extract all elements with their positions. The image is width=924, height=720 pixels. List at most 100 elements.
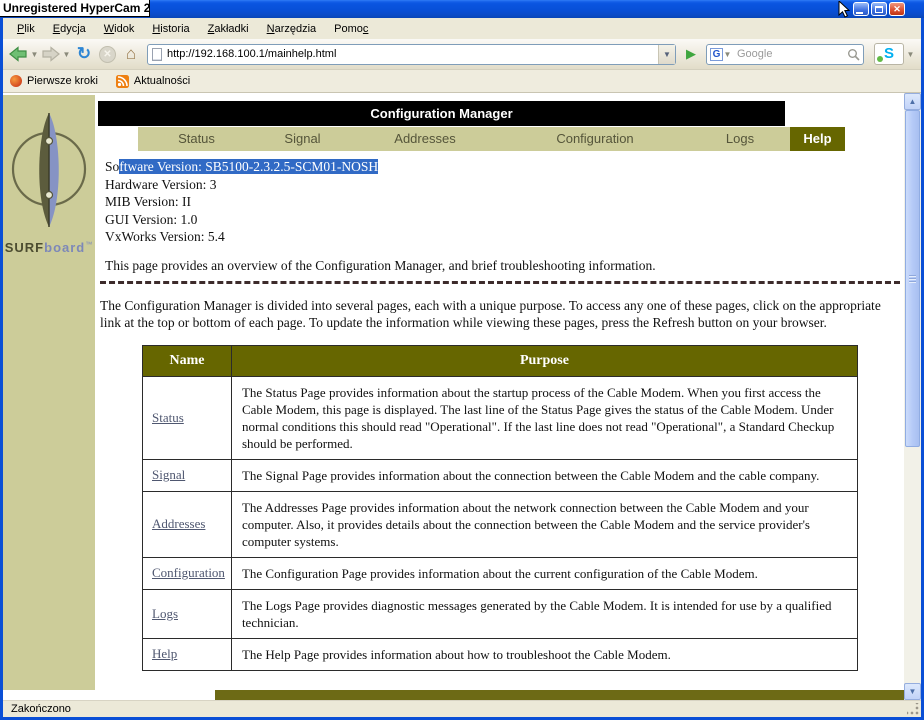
title-bar[interactable]: Unregistered HyperCam 2 ✕ bbox=[0, 0, 924, 18]
link-logs[interactable]: Logs bbox=[152, 606, 178, 621]
tab-status[interactable]: Status bbox=[138, 127, 255, 151]
application-window: Unregistered HyperCam 2 ✕ Plik Edycja Wido… bbox=[0, 0, 924, 720]
version-info: Software Version: SB5100-2.3.2.5-SCM01-N… bbox=[105, 158, 904, 246]
back-arrow-icon bbox=[9, 46, 27, 62]
link-status[interactable]: Status bbox=[152, 410, 184, 425]
menu-historia[interactable]: Historia bbox=[143, 20, 198, 38]
bookmark-pierwsze-kroki[interactable]: Pierwsze kroki bbox=[10, 75, 98, 87]
tab-logs[interactable]: Logs bbox=[690, 127, 790, 151]
close-button[interactable]: ✕ bbox=[889, 2, 905, 16]
dashed-divider bbox=[100, 280, 900, 284]
firefox-start-icon bbox=[10, 75, 22, 87]
forward-dropdown[interactable]: ▼ bbox=[62, 50, 71, 59]
tab-addresses[interactable]: Addresses bbox=[350, 127, 500, 151]
bookmarks-bar: Pierwsze kroki Aktualności bbox=[3, 70, 921, 93]
scroll-down-button[interactable]: ▼ bbox=[904, 683, 921, 700]
menu-pomoc[interactable]: Pomoc bbox=[325, 20, 377, 38]
bookmark-label: Aktualności bbox=[133, 75, 191, 87]
search-engine-dropdown[interactable]: ▼ bbox=[723, 50, 732, 59]
tab-configuration[interactable]: Configuration bbox=[500, 127, 690, 151]
page-favicon-icon bbox=[152, 47, 162, 61]
url-history-dropdown[interactable]: ▼ bbox=[658, 44, 675, 64]
skype-extension-button[interactable]: S bbox=[874, 43, 904, 65]
purpose-text: The Configuration Page provides informat… bbox=[230, 556, 859, 590]
menu-zakladki[interactable]: Zakładki bbox=[199, 20, 258, 38]
surfboard-logo bbox=[11, 113, 87, 227]
google-engine-icon: G bbox=[710, 47, 723, 61]
version-lines: Hardware Version: 3 MIB Version: II GUI Ve… bbox=[105, 176, 904, 246]
status-bar: Zakończono bbox=[3, 700, 921, 717]
link-help[interactable]: Help bbox=[152, 646, 177, 661]
tab-signal[interactable]: Signal bbox=[255, 127, 350, 151]
page-content: Configuration Manager Status Signal Addres… bbox=[95, 93, 904, 700]
scroll-up-button[interactable]: ▲ bbox=[904, 93, 921, 110]
purpose-text: The Help Page provides information about… bbox=[230, 637, 859, 671]
skype-icon: S bbox=[883, 45, 894, 62]
menu-widok[interactable]: Widok bbox=[95, 20, 144, 38]
maximize-button[interactable] bbox=[871, 2, 887, 16]
version-line: MIB Version: II bbox=[105, 194, 191, 209]
forward-button[interactable] bbox=[41, 42, 60, 66]
name-cell: Configuration bbox=[142, 556, 232, 590]
version-line: GUI Version: 1.0 bbox=[105, 211, 198, 227]
skype-dropdown[interactable]: ▼ bbox=[906, 50, 915, 59]
link-configuration[interactable]: Configuration bbox=[152, 565, 225, 580]
forward-arrow-icon bbox=[42, 46, 60, 62]
window-title: Unregistered HyperCam 2 bbox=[0, 0, 150, 17]
table-row: Addresses The Addresses Page provides inf… bbox=[142, 490, 859, 558]
table-row: Logs The Logs Page provides diagnostic me… bbox=[142, 588, 859, 639]
purpose-text: The Logs Page provides diagnostic messag… bbox=[230, 588, 859, 639]
scrollbar-thumb[interactable] bbox=[905, 110, 920, 447]
name-cell: Status bbox=[142, 375, 232, 460]
tab-help[interactable]: Help bbox=[790, 127, 845, 151]
brand-trademark: ™ bbox=[85, 241, 94, 249]
stop-button[interactable]: ✕ bbox=[99, 45, 116, 63]
status-text: Zakończono bbox=[11, 703, 71, 715]
minimize-icon bbox=[856, 12, 863, 14]
menu-plik[interactable]: Plik bbox=[8, 20, 44, 38]
back-dropdown[interactable]: ▼ bbox=[30, 50, 39, 59]
menu-edycja[interactable]: Edycja bbox=[44, 20, 95, 38]
menu-narzedzia[interactable]: Narzędzia bbox=[258, 20, 326, 38]
name-cell: Signal bbox=[142, 458, 232, 492]
table-row: Status The Status Page provides informati… bbox=[142, 375, 859, 460]
column-header-purpose: Purpose bbox=[230, 344, 859, 377]
reload-button[interactable]: ↻ bbox=[73, 43, 95, 65]
url-bar[interactable]: http://192.168.100.1/mainhelp.html ▼ bbox=[147, 43, 676, 65]
search-placeholder[interactable]: Google bbox=[732, 48, 847, 60]
back-button[interactable] bbox=[9, 42, 28, 66]
purpose-text: The Signal Page provides information abo… bbox=[230, 458, 859, 492]
minimize-button[interactable] bbox=[853, 2, 869, 16]
description-text: The Configuration Manager is divided int… bbox=[100, 297, 881, 330]
resize-grip[interactable] bbox=[907, 703, 920, 716]
bookmark-label: Pierwsze kroki bbox=[27, 75, 98, 87]
name-cell: Addresses bbox=[142, 490, 232, 558]
column-header-name: Name bbox=[142, 344, 232, 377]
page-tabs: Status Signal Addresses Configuration Logs He… bbox=[138, 127, 845, 151]
search-bar[interactable]: G ▼ Google bbox=[706, 43, 864, 65]
link-addresses[interactable]: Addresses bbox=[152, 516, 205, 531]
software-version-prefix: So bbox=[105, 159, 120, 174]
software-version-selected-text: ftware Version: SB5100-2.3.2.5-SCM01-NOS… bbox=[119, 159, 379, 174]
browser-viewport: SURFboard™ Configuration Manager Status S… bbox=[3, 93, 904, 700]
vertical-scrollbar[interactable]: ▲ ▼ bbox=[904, 93, 921, 700]
scrollbar-grip bbox=[909, 274, 916, 283]
home-button[interactable]: ⌂ bbox=[120, 44, 142, 64]
brand-surf: SURF bbox=[4, 240, 45, 255]
link-signal[interactable]: Signal bbox=[152, 467, 185, 482]
url-text[interactable]: http://192.168.100.1/mainhelp.html bbox=[167, 48, 658, 60]
table-row: Configuration The Configuration Page prov… bbox=[142, 556, 859, 590]
rss-icon bbox=[115, 74, 129, 88]
skype-status-dot bbox=[877, 56, 883, 62]
purpose-text: The Addresses Page provides information … bbox=[230, 490, 859, 558]
go-button[interactable]: ▶ bbox=[681, 46, 701, 62]
version-line: Hardware Version: 3 bbox=[105, 176, 217, 192]
magnifier-icon[interactable] bbox=[847, 48, 860, 61]
surfboard-wordmark: SURFboard™ bbox=[3, 240, 95, 255]
page-title: Configuration Manager bbox=[98, 101, 785, 126]
menu-bar: Plik Edycja Widok Historia Zakładki Narzędzia… bbox=[3, 18, 921, 39]
version-line: VxWorks Version: 5.4 bbox=[105, 229, 225, 244]
bookmark-aktualnosci[interactable]: Aktualności bbox=[115, 74, 191, 88]
name-cell: Logs bbox=[142, 588, 232, 639]
bottom-nav-bar bbox=[215, 690, 904, 700]
